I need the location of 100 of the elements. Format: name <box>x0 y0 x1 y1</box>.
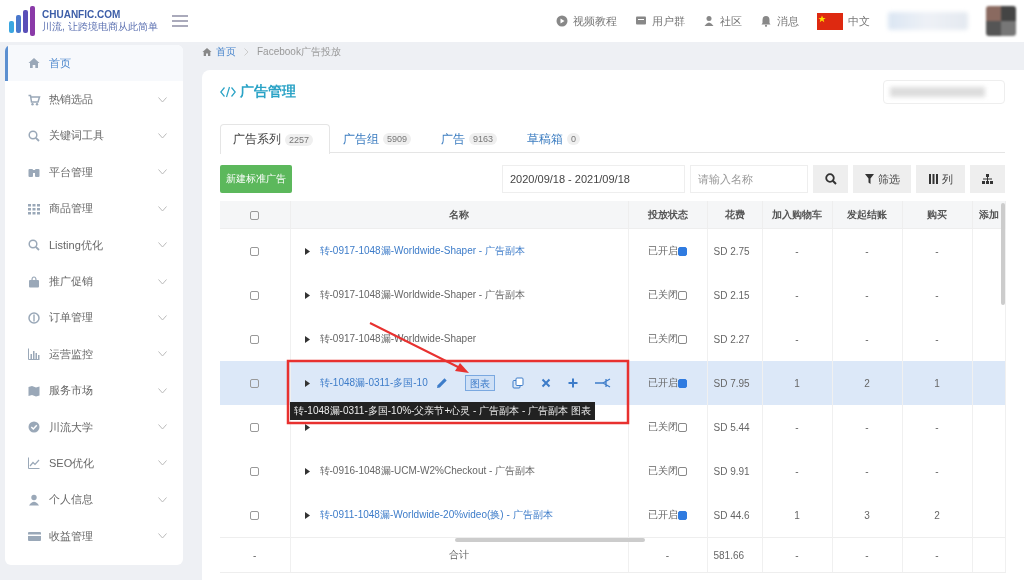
split-icon <box>594 378 611 388</box>
header-link[interactable]: 社区 <box>703 13 742 29</box>
logo-title: CHUANFIC.COM <box>42 9 122 21</box>
sidebar-item[interactable]: SEO优化 <box>5 445 183 482</box>
expand-triangle-icon <box>304 511 310 519</box>
row-checkbox[interactable] <box>250 467 260 477</box>
check-circle-icon <box>28 421 41 434</box>
vertical-scrollbar[interactable] <box>1001 203 1005 305</box>
status-text: 已关闭 <box>648 420 678 434</box>
language-selector[interactable]: 中文 <box>848 13 870 29</box>
header-link[interactable]: 视频教程 <box>556 13 617 29</box>
table-cell: 1 <box>762 493 832 538</box>
campaign-name-link[interactable]: 转-1048漏-0311-多国-10 <box>319 376 428 390</box>
column-header: 花费 <box>707 201 762 229</box>
total-label: 合计 <box>290 537 628 573</box>
table-cell: SD 7.95 <box>707 361 762 405</box>
home-icon <box>202 47 212 57</box>
table-cell: - <box>762 273 832 317</box>
row-checkbox[interactable] <box>250 291 260 301</box>
sidebar-item[interactable]: 服务市场 <box>5 372 183 409</box>
table-cell: - <box>762 537 832 573</box>
sidebar-item[interactable]: 推广促销 <box>5 263 183 300</box>
chart-button[interactable]: 图表 <box>464 375 495 391</box>
card-icon <box>28 530 41 543</box>
hierarchy-button[interactable] <box>970 165 1005 193</box>
column-header: 名称 <box>290 201 628 229</box>
table-cell: SD 2.75 <box>707 228 762 273</box>
close-icon <box>540 378 551 388</box>
columns-icon <box>928 174 938 184</box>
sidebar-item[interactable]: 收益管理 <box>5 518 183 555</box>
blurred-avatar[interactable] <box>986 6 1016 36</box>
search-icon <box>28 239 41 252</box>
sidebar-item[interactable]: 首页 <box>5 45 183 82</box>
status-text: 已关闭 <box>648 332 678 346</box>
tab[interactable]: 广告组 5909 <box>330 124 429 153</box>
status-text: 已开启 <box>648 508 678 522</box>
header-link[interactable]: 用户群 <box>635 13 685 29</box>
sidebar-item[interactable]: Listing优化 <box>5 226 183 264</box>
search-button[interactable] <box>813 165 848 193</box>
campaign-name-link[interactable]: 转-0911-1048漏-Worldwide-20%video(换) - 广告副本 <box>319 508 553 522</box>
search-field[interactable]: 请输入名称 <box>690 165 808 193</box>
tab[interactable]: 广告 9163 <box>428 124 515 153</box>
campaign-name-link[interactable]: 转-0917-1048漏-Worldwide-Shaper - 广告副本 <box>319 288 525 302</box>
column-header: 加入购物车 <box>762 201 832 229</box>
tab[interactable]: 草稿箱 0 <box>514 124 598 153</box>
columns-button[interactable]: 列 <box>916 165 965 193</box>
pencil-icon <box>435 377 448 389</box>
header-link[interactable]: 消息 <box>760 13 799 29</box>
sidebar-item[interactable]: 平台管理 <box>5 154 183 191</box>
status-checkbox[interactable] <box>678 510 687 520</box>
date-range-field[interactable]: 2020/09/18 - 2021/09/18 <box>502 165 685 193</box>
sidebar-item[interactable]: 川流大学 <box>5 408 183 446</box>
sidebar-item[interactable]: 关键词工具 <box>5 117 183 155</box>
tab[interactable]: 广告系列 2257 <box>220 124 331 154</box>
sidebar-item[interactable]: 热销选品 <box>5 81 183 118</box>
plus-icon <box>567 378 578 388</box>
table-cell: SD 2.15 <box>707 273 762 317</box>
horizontal-scrollbar[interactable] <box>455 538 645 542</box>
status-checkbox[interactable] <box>678 334 687 344</box>
count-badge: 9163 <box>469 133 498 145</box>
table-cell: 2 <box>902 493 972 538</box>
campaign-name-link[interactable]: 转-0916-1048漏-UCM-W2%Checkout - 广告副本 <box>319 464 536 478</box>
row-checkbox[interactable] <box>250 379 260 389</box>
sidebar-item[interactable]: 商品管理 <box>5 190 183 227</box>
table-cell: - <box>832 273 902 317</box>
chevron-down-icon <box>158 278 167 285</box>
blurred-field[interactable] <box>883 80 1005 104</box>
select-all-checkbox[interactable] <box>250 210 260 220</box>
chevron-down-icon <box>158 314 167 321</box>
bar-chart-icon <box>28 348 41 361</box>
status-checkbox[interactable] <box>678 378 687 388</box>
expand-triangle-icon <box>304 379 310 387</box>
sidebar-item[interactable]: 运营监控 <box>5 336 183 373</box>
row-checkbox[interactable] <box>250 335 260 345</box>
logo-icon <box>8 5 38 37</box>
search-icon <box>28 129 41 142</box>
status-checkbox[interactable] <box>678 246 687 256</box>
filter-button[interactable]: 筛选 <box>853 165 911 193</box>
status-text: 已开启 <box>648 244 678 258</box>
line-chart-icon <box>28 457 41 470</box>
status-checkbox[interactable] <box>678 422 687 432</box>
sidebar-item[interactable]: 订单管理 <box>5 299 183 337</box>
campaign-name-link[interactable]: 转-0917-1048漏-Worldwide-Shaper - 广告副本 <box>319 244 525 258</box>
table-cell: 2 <box>832 361 902 405</box>
menu-icon[interactable] <box>171 15 188 27</box>
count-badge: 5909 <box>383 133 412 145</box>
row-checkbox[interactable] <box>250 247 260 257</box>
breadcrumb-link[interactable]: 首页 <box>202 45 236 59</box>
table-cell: - <box>902 273 972 317</box>
status-checkbox[interactable] <box>678 466 687 476</box>
status-text: 已关闭 <box>648 288 678 302</box>
row-checkbox[interactable] <box>250 511 260 521</box>
hierarchy-icon <box>982 174 993 184</box>
table-cell: - <box>902 537 972 573</box>
table-cell: SD 9.91 <box>707 449 762 493</box>
row-checkbox[interactable] <box>250 423 260 433</box>
status-checkbox[interactable] <box>678 290 687 300</box>
chevron-down-icon <box>158 242 167 249</box>
sidebar-item[interactable]: 个人信息 <box>5 481 183 519</box>
table-cell: - <box>902 405 972 449</box>
